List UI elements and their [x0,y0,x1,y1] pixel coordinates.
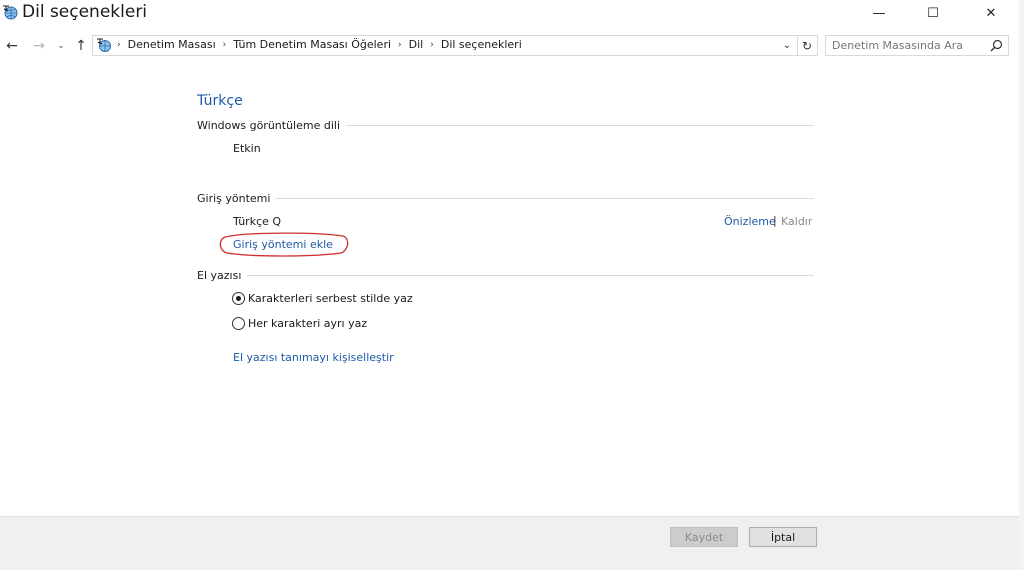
address-bar[interactable]: › Denetim Masası › Tüm Denetim Masası Öğ… [92,35,798,56]
breadcrumb-item-language[interactable]: Dil [409,38,424,51]
red-annotation-circle [219,232,349,257]
search-box[interactable] [825,35,1009,56]
breadcrumb-separator[interactable]: › [223,40,227,50]
main-content: Türkçe Windows görüntüleme dili Etkin Gi… [0,60,1024,516]
search-input[interactable] [832,39,982,52]
chevron-down-icon: ⌄ [57,41,65,51]
minimize-icon: — [872,5,886,21]
section-divider [276,198,814,199]
search-icon[interactable] [990,39,1003,52]
handwriting-section-heading: El yazısı [197,269,814,282]
radio-separate-chars[interactable]: Her karakteri ayrı yaz [232,317,367,330]
input-method-heading-text: Giriş yöntemi [197,192,271,205]
back-button[interactable]: ← [3,36,21,56]
input-method-name: Türkçe Q [233,215,282,228]
section-divider [346,125,814,126]
window-edge [1019,0,1024,570]
input-method-section-heading: Giriş yöntemi [197,192,814,205]
breadcrumb-separator[interactable]: › [398,40,402,50]
display-language-status: Etkin [233,142,261,155]
save-button[interactable]: Kaydet [670,527,738,547]
preview-link[interactable]: Önizleme [724,215,776,228]
maximize-button[interactable]: ☐ [910,0,956,26]
language-title: Türkçe [197,93,243,109]
refresh-button[interactable]: ↻ [797,35,818,56]
breadcrumb-item-control-panel[interactable]: Denetim Masası [128,38,216,51]
breadcrumb-item-all-items[interactable]: Tüm Denetim Masası Öğeleri [233,38,391,51]
personalize-handwriting-link[interactable]: El yazısı tanımayı kişiselleştir [233,351,394,364]
close-button[interactable]: ✕ [968,0,1014,26]
handwriting-heading-text: El yazısı [197,269,242,282]
breadcrumb: › Denetim Masası › Tüm Denetim Masası Öğ… [117,38,522,51]
link-separator: | [773,214,777,227]
cancel-button[interactable]: İptal [749,527,817,547]
radio-freestyle-label: Karakterleri serbest stilde yaz [248,292,413,305]
breadcrumb-separator: › [117,39,121,50]
remove-link: Kaldır [781,215,813,228]
chevron-down-icon: ⌄ [782,40,792,51]
minimize-button[interactable]: — [856,0,902,26]
section-divider [247,275,814,276]
control-panel-icon [97,38,111,52]
radio-freestyle[interactable]: Karakterleri serbest stilde yaz [232,292,413,305]
language-options-window: Dil seçenekleri — ☐ ✕ ← → ⌄ ↑ › Denetim … [0,0,1024,570]
refresh-icon: ↻ [801,38,813,53]
address-dropdown-button[interactable]: ⌄ [780,35,794,56]
radio-button-unchecked[interactable] [232,317,245,330]
window-title: Dil seçenekleri [22,2,148,22]
title-bar: Dil seçenekleri — ☐ ✕ [0,0,1024,30]
breadcrumb-separator[interactable]: › [430,40,434,50]
forward-button[interactable]: → [30,36,48,56]
radio-separate-chars-label: Her karakteri ayrı yaz [248,317,368,330]
close-icon: ✕ [985,5,997,21]
forward-arrow-icon: → [33,38,45,54]
up-arrow-icon: ↑ [75,38,87,54]
display-language-heading-text: Windows görüntüleme dili [197,119,341,132]
radio-button-checked[interactable] [232,292,245,305]
up-button[interactable]: ↑ [72,36,90,56]
display-language-section-heading: Windows görüntüleme dili [197,119,814,132]
recent-locations-button[interactable]: ⌄ [52,36,70,56]
maximize-icon: ☐ [927,5,939,21]
breadcrumb-item-language-options[interactable]: Dil seçenekleri [441,38,522,51]
footer-bar: Kaydet İptal [0,516,1024,570]
back-arrow-icon: ← [6,38,18,54]
language-globe-icon [3,5,18,20]
